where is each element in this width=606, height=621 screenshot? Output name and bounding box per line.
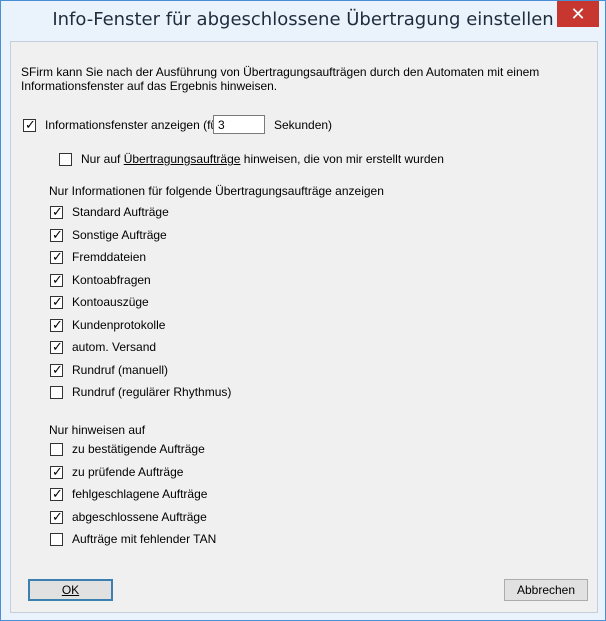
type-item-label: autom. Versand — [72, 340, 157, 354]
notify-item-checkbox[interactable] — [50, 443, 63, 456]
type-item-checkbox[interactable]: ✓ — [50, 316, 63, 332]
check-icon: ✓ — [52, 508, 63, 524]
check-icon: ✓ — [52, 271, 63, 287]
check-icon: ✓ — [52, 486, 63, 501]
close-icon: ✕ — [570, 3, 586, 24]
show-window-label: Informationsfenster anzeigen (für — [45, 118, 222, 132]
type-item-checkbox[interactable]: ✓ — [50, 204, 63, 219]
show-window-checkbox[interactable]: ✓ — [23, 117, 36, 132]
intro-text: SFirm kann Sie nach der Ausführung von Ü… — [21, 65, 540, 93]
check-icon: ✓ — [52, 463, 63, 479]
close-button[interactable]: ✕ — [557, 1, 599, 27]
seconds-label: Sekunden) — [274, 118, 333, 132]
notify-item-label: fehlgeschlagene Aufträge — [72, 487, 208, 501]
check-icon: ✓ — [52, 249, 63, 264]
only-mine-link: Übertragungsaufträge — [123, 152, 241, 166]
type-item-checkbox[interactable]: ✓ — [50, 294, 63, 309]
notify-item-checkbox[interactable] — [50, 533, 63, 546]
only-mine-suffix: hinweisen, die von mir erstellt wurden — [240, 152, 444, 166]
check-icon: ✓ — [52, 226, 63, 242]
notify-heading: Nur hinweisen auf — [49, 423, 146, 437]
notify-item-label: zu prüfende Aufträge — [72, 464, 184, 479]
check-icon: ✓ — [52, 204, 63, 219]
title-bar[interactable]: Info-Fenster für abgeschlossene Übertrag… — [1, 1, 605, 41]
notify-item-label: Aufträge mit fehlender TAN — [72, 532, 217, 546]
type-item-label: Kontoabfragen — [72, 272, 151, 287]
seconds-input[interactable] — [213, 115, 265, 134]
type-item-label: Rundruf (manuell) — [72, 362, 169, 377]
notify-item-label: abgeschlossene Aufträge — [72, 509, 207, 524]
type-item-checkbox[interactable]: ✓ — [50, 361, 63, 377]
ok-button-label: OK — [61, 583, 80, 597]
check-icon: ✓ — [52, 361, 63, 377]
type-item-label: Fremddateien — [72, 250, 147, 264]
notify-item-checkbox[interactable]: ✓ — [50, 463, 63, 479]
type-item-checkbox[interactable]: ✓ — [50, 226, 63, 242]
dialog-window: Info-Fenster für abgeschlossene Übertrag… — [0, 0, 606, 621]
dialog-content: SFirm kann Sie nach der Ausführung von Ü… — [10, 41, 598, 613]
check-icon: ✓ — [25, 117, 36, 132]
type-item-label: Standard Aufträge — [72, 205, 169, 219]
type-item-label: Kundenprotokolle — [72, 317, 166, 332]
notify-item-checkbox[interactable]: ✓ — [50, 508, 63, 524]
type-item-label: Sonstige Aufträge — [72, 227, 167, 242]
type-item-checkbox[interactable]: ✓ — [50, 271, 63, 287]
type-item-checkbox[interactable] — [50, 386, 63, 399]
cancel-button[interactable]: Abbrechen — [504, 579, 588, 601]
ok-button[interactable]: OK — [28, 579, 113, 601]
only-mine-label: Nur auf Übertragungsaufträge hinweisen, … — [81, 152, 444, 166]
notify-item-checkbox[interactable]: ✓ — [50, 486, 63, 501]
only-mine-checkbox[interactable] — [59, 153, 72, 166]
notify-item-label: zu bestätigende Aufträge — [72, 442, 205, 456]
check-icon: ✓ — [52, 339, 63, 354]
type-item-checkbox[interactable]: ✓ — [50, 249, 63, 264]
type-item-label: Rundruf (regulärer Rhythmus) — [72, 385, 232, 399]
type-item-checkbox[interactable]: ✓ — [50, 339, 63, 354]
only-mine-prefix: Nur auf — [81, 152, 124, 166]
type-item-label: Kontoauszüge — [72, 295, 149, 309]
check-icon: ✓ — [52, 294, 63, 309]
check-icon: ✓ — [52, 316, 63, 332]
types-heading: Nur Informationen für folgende Übertragu… — [49, 184, 384, 198]
cancel-button-label: Abbrechen — [516, 583, 576, 597]
dialog-title: Info-Fenster für abgeschlossene Übertrag… — [52, 9, 554, 30]
